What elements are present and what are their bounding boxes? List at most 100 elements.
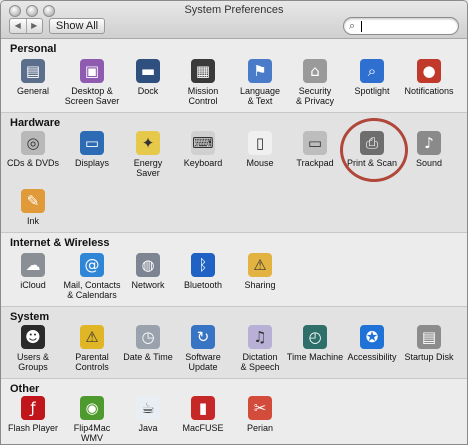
pref-pane-ink[interactable]: ✎ Ink <box>3 189 63 226</box>
pref-pane-trackpad[interactable]: ▭ Trackpad <box>285 131 345 168</box>
pref-pane-flash[interactable]: ƒ Flash Player <box>3 396 63 433</box>
keyboard-icon-glyph: ⌨ <box>192 134 214 152</box>
pref-pane-java[interactable]: ☕ Java <box>118 396 178 433</box>
pref-pane-startup-disk[interactable]: ▤ Startup Disk <box>399 325 459 362</box>
pref-pane-macfuse[interactable]: ▮ MacFUSE <box>173 396 233 433</box>
dock-icon-glyph: ▬ <box>140 62 156 80</box>
pref-pane-flip4mac[interactable]: ◉ Flip4Mac WMV <box>62 396 122 443</box>
pref-pane-label: Desktop & Screen Saver <box>64 86 120 106</box>
pref-pane-bluetooth[interactable]: ᛒ Bluetooth <box>173 253 233 290</box>
pref-pane-label: Parental Controls <box>75 352 109 372</box>
bluetooth-icon: ᛒ <box>191 253 215 277</box>
pref-pane-desktop[interactable]: ▣ Desktop & Screen Saver <box>62 59 122 106</box>
system-preferences-window: System Preferences ◀ ▶ Show All ⌕ Person… <box>0 0 468 445</box>
macfuse-icon: ▮ <box>191 396 215 420</box>
pref-pane-keyboard[interactable]: ⌨ Keyboard <box>173 131 233 168</box>
flip4mac-icon-glyph: ◉ <box>85 399 99 417</box>
mission-control-icon: ▦ <box>191 59 215 83</box>
keyboard-icon: ⌨ <box>191 131 215 155</box>
mail-icon-glyph: @ <box>84 256 100 274</box>
forward-button[interactable]: ▶ <box>25 19 43 33</box>
energy-icon: ✦ <box>136 131 160 155</box>
icloud-icon: ☁ <box>21 253 45 277</box>
flash-icon-glyph: ƒ <box>30 399 36 417</box>
cd-icon: ◎ <box>21 131 45 155</box>
pref-pane-label: Perian <box>246 423 273 433</box>
back-button[interactable]: ◀ <box>10 19 26 33</box>
pref-pane-label: Bluetooth <box>183 280 223 290</box>
section-title-system: System <box>10 311 50 323</box>
pref-pane-sharing[interactable]: ⚠ Sharing <box>230 253 290 290</box>
pref-pane-label: Ink <box>26 216 39 226</box>
pref-pane-mail[interactable]: @ Mail, Contacts & Calendars <box>62 253 122 300</box>
pref-pane-users[interactable]: ☻ Users & Groups <box>3 325 63 372</box>
dictation-icon: ♫ <box>248 325 272 349</box>
pref-pane-clock[interactable]: ◷ Date & Time <box>118 325 178 362</box>
pref-pane-label: Sharing <box>244 280 276 290</box>
mouse-icon-glyph: ▯ <box>255 134 265 152</box>
flash-icon: ƒ <box>21 396 45 420</box>
sound-icon: ♪ <box>417 131 441 155</box>
mail-icon: @ <box>80 253 104 277</box>
section-title-personal: Personal <box>10 43 57 55</box>
clock-icon-glyph: ◷ <box>141 328 155 346</box>
trackpad-icon: ▭ <box>303 131 327 155</box>
window-title: System Preferences <box>184 4 284 16</box>
show-all-button[interactable]: Show All <box>49 18 105 34</box>
pref-pane-accessibility[interactable]: ✪ Accessibility <box>342 325 402 362</box>
pref-pane-cd[interactable]: ◎ CDs & DVDs <box>3 131 63 168</box>
pref-pane-label: Users & Groups <box>16 352 49 372</box>
pref-pane-label: General <box>16 86 50 96</box>
pref-pane-displays[interactable]: ▭ Displays <box>62 131 122 168</box>
pref-pane-spotlight[interactable]: ⌕ Spotlight <box>342 59 402 96</box>
pref-pane-language[interactable]: ⚑ Language & Text <box>230 59 290 106</box>
parental-icon: ⚠ <box>80 325 104 349</box>
general-icon-glyph: ▤ <box>25 62 41 80</box>
macfuse-icon-glyph: ▮ <box>198 399 208 417</box>
pref-pane-label: Mission Control <box>187 86 219 106</box>
back-forward-control: ◀ ▶ <box>9 18 43 34</box>
users-icon-glyph: ☻ <box>25 328 41 346</box>
section-title-other: Other <box>10 383 40 395</box>
search-field[interactable]: ⌕ <box>343 17 459 35</box>
pref-pane-dock[interactable]: ▬ Dock <box>118 59 178 96</box>
network-icon: ◍ <box>136 253 160 277</box>
accessibility-icon-glyph: ✪ <box>365 328 379 346</box>
spotlight-icon-glyph: ⌕ <box>367 62 377 80</box>
dictation-icon-glyph: ♫ <box>253 328 267 346</box>
pref-pane-network[interactable]: ◍ Network <box>118 253 178 290</box>
bluetooth-icon-glyph: ᛒ <box>198 256 208 274</box>
pref-pane-label: Flip4Mac WMV <box>73 423 111 443</box>
pref-pane-label: Keyboard <box>183 158 223 168</box>
pref-pane-label: Notifications <box>404 86 454 96</box>
pref-pane-label: Software Update <box>185 352 221 372</box>
pref-pane-software-update[interactable]: ↻ Software Update <box>173 325 233 372</box>
pref-pane-icloud[interactable]: ☁ iCloud <box>3 253 63 290</box>
pref-pane-perian[interactable]: ✂ Perian <box>230 396 290 433</box>
pref-pane-mission-control[interactable]: ▦ Mission Control <box>173 59 233 106</box>
pref-pane-notifications[interactable]: ● Notifications <box>399 59 459 96</box>
pref-pane-time-machine[interactable]: ◴ Time Machine <box>285 325 345 362</box>
pref-pane-sound[interactable]: ♪ Sound <box>399 131 459 168</box>
mouse-icon: ▯ <box>248 131 272 155</box>
pref-pane-label: Dictation & Speech <box>240 352 280 372</box>
sharing-icon: ⚠ <box>248 253 272 277</box>
language-icon: ⚑ <box>248 59 272 83</box>
text-cursor <box>361 21 362 32</box>
pref-pane-parental[interactable]: ⚠ Parental Controls <box>62 325 122 372</box>
pref-pane-label: Java <box>138 423 158 433</box>
pref-pane-label: Network <box>131 280 165 290</box>
pref-pane-dictation[interactable]: ♫ Dictation & Speech <box>230 325 290 372</box>
pref-pane-general[interactable]: ▤ General <box>3 59 63 96</box>
pref-pane-label: Dock <box>137 86 159 96</box>
perian-icon: ✂ <box>248 396 272 420</box>
section-personal: Personal ▤ General ▣ Desktop & Screen Saver… <box>1 39 467 113</box>
pref-pane-security[interactable]: ⌂ Security & Privacy <box>285 59 345 106</box>
pref-pane-label: Time Machine <box>286 352 344 362</box>
pref-pane-energy[interactable]: ✦ Energy Saver <box>118 131 178 178</box>
pref-pane-mouse[interactable]: ▯ Mouse <box>230 131 290 168</box>
section-title-hardware: Hardware <box>10 117 61 129</box>
pref-pane-label: Mouse <box>246 158 274 168</box>
pref-pane-label: Spotlight <box>354 86 390 96</box>
pref-pane-label: Accessibility <box>347 352 397 362</box>
